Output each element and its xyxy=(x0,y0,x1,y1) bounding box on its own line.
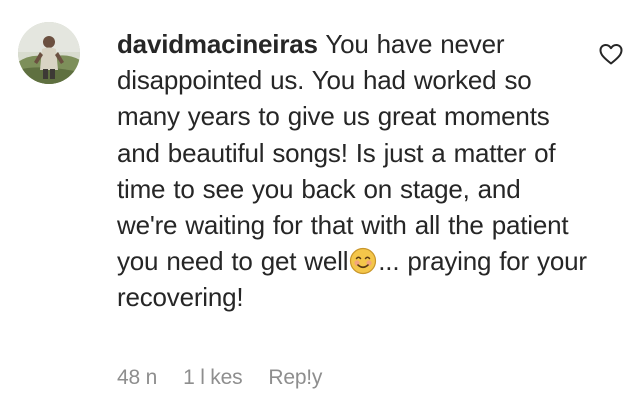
comment-meta: 48 n 1 l kes Rep!y xyxy=(117,366,322,390)
comment-body: davidmacineiras You have never disappoin… xyxy=(117,26,587,316)
comment: davidmacineiras You have never disappoin… xyxy=(0,0,634,401)
avatar-photo xyxy=(18,22,80,84)
heart-outline-icon[interactable] xyxy=(598,42,624,66)
comment-text: You have never disappointed us. You had … xyxy=(117,29,569,277)
comment-time: 48 n xyxy=(117,366,158,389)
reply-button[interactable]: Rep!y xyxy=(268,366,322,390)
smiling-face-icon xyxy=(349,247,377,275)
avatar[interactable] xyxy=(18,22,80,84)
comment-username[interactable]: davidmacineiras xyxy=(117,29,318,59)
comment-likes[interactable]: 1 l kes xyxy=(183,366,242,390)
